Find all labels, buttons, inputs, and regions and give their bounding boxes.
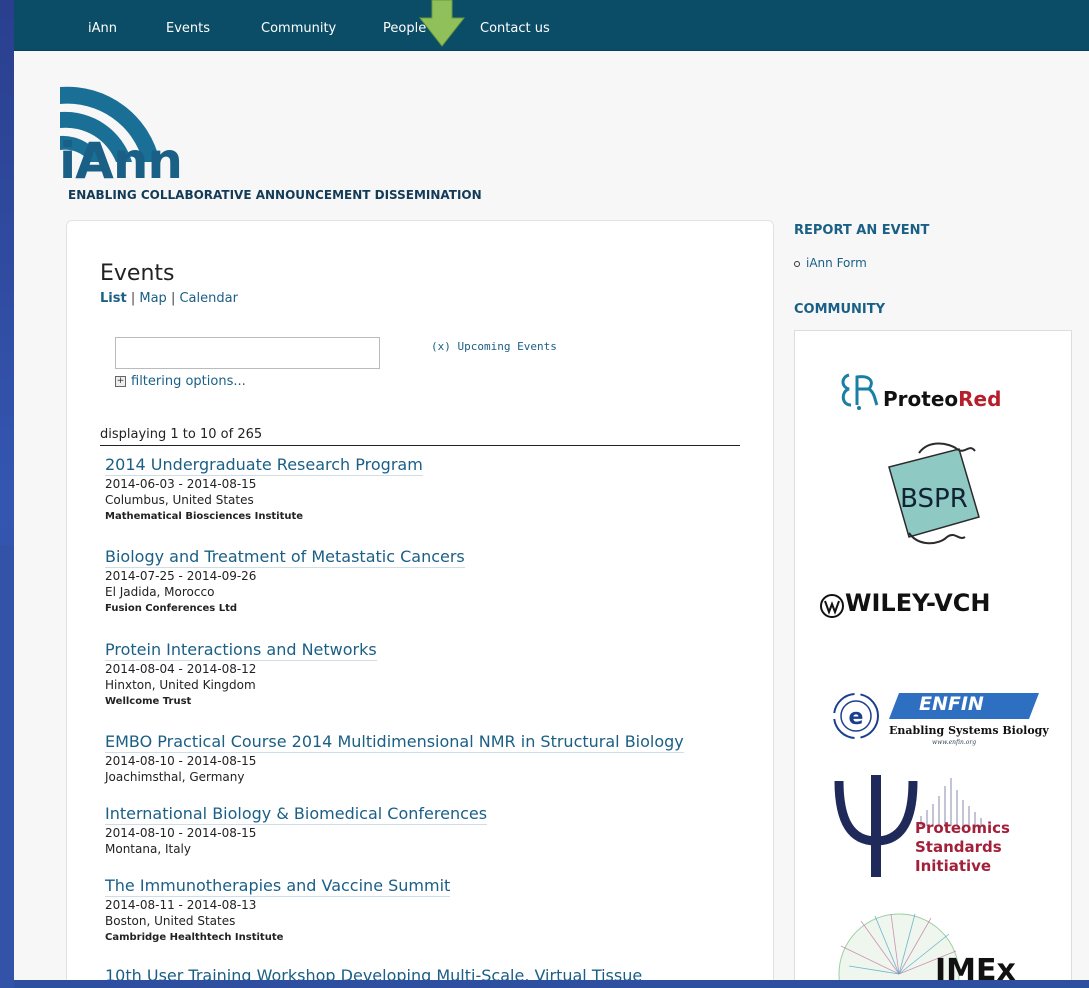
view-separator: |	[130, 291, 136, 306]
event-title-link[interactable]: International Biology & Biomedical Confe…	[105, 804, 488, 825]
logo-wordmark: iAnn	[59, 132, 183, 190]
event-dates: 2014-08-10 - 2014-08-15	[105, 826, 257, 840]
event-dates: 2014-06-03 - 2014-08-15	[105, 477, 257, 491]
browser-page: iAnn Events Community People Contact us …	[14, 0, 1089, 980]
view-map-link[interactable]: Map	[139, 291, 166, 306]
expand-plus-icon[interactable]: +	[115, 376, 126, 387]
event-title-link[interactable]: The Immunotherapies and Vaccine Summit	[105, 876, 451, 897]
event-dates: 2014-07-25 - 2014-09-26	[105, 569, 257, 583]
wiley-vch-logo[interactable]: WILEY-VCH	[845, 589, 990, 617]
nav-item-community[interactable]: Community	[261, 21, 336, 36]
list-item: International Biology & Biomedical Confe…	[105, 804, 488, 856]
event-title-link[interactable]: Protein Interactions and Networks	[105, 640, 377, 661]
enfin-url: www.enfin.org	[932, 739, 977, 746]
filtering-options-label[interactable]: filtering options...	[131, 374, 246, 389]
psi-line-3: Initiative	[915, 857, 992, 875]
wiley-seal-icon	[820, 594, 844, 618]
page-title: Events	[100, 261, 175, 286]
list-item: Biology and Treatment of Metastatic Canc…	[105, 547, 465, 614]
event-dates: 2014-08-11 - 2014-08-13	[105, 898, 257, 912]
bullet-icon	[794, 260, 800, 267]
event-location: Joachimsthal, Germany	[105, 770, 245, 784]
event-location: Columbus, United States	[105, 493, 254, 507]
list-item: Protein Interactions and Networks 2014-0…	[105, 640, 377, 707]
event-title-link[interactable]: EMBO Practical Course 2014 Multidimensio…	[105, 732, 684, 753]
list-item: 2014 Undergraduate Research Program 2014…	[105, 455, 423, 522]
bspr-logo-icon[interactable]: BSPR	[879, 437, 989, 549]
psi-logo[interactable]: Proteomics Standards Initiative	[915, 819, 1010, 876]
list-item: EMBO Practical Course 2014 Multidimensio…	[105, 732, 684, 784]
event-location: Montana, Italy	[105, 842, 191, 856]
event-organizer: Fusion Conferences Ltd	[105, 603, 238, 614]
results-count: displaying 1 to 10 of 265	[100, 427, 740, 446]
proteored-logo[interactable]: ProteoRed	[883, 387, 1001, 411]
top-navigation-bar: iAnn Events Community People Contact us	[14, 0, 1089, 51]
enfin-tagline: Enabling Systems Biology	[889, 724, 1049, 737]
view-switcher: List | Map | Calendar	[100, 291, 238, 306]
event-title-link[interactable]: 2014 Undergraduate Research Program	[105, 455, 423, 476]
bspr-label: BSPR	[900, 484, 968, 514]
filtering-options-toggle[interactable]: + filtering options...	[115, 374, 246, 389]
view-list-link[interactable]: List	[100, 291, 127, 306]
psi-symbol-icon[interactable]	[831, 771, 921, 881]
community-sponsors-panel: ProteoRed BSPR WILEY-VCH e ENFIN Enablin…	[794, 330, 1072, 980]
enfin-logo[interactable]: ENFIN	[919, 693, 984, 715]
report-event-heading: REPORT AN EVENT	[794, 223, 930, 238]
down-arrow-icon	[419, 0, 465, 47]
event-location: Boston, United States	[105, 914, 236, 928]
proteored-red-text: Red	[958, 387, 1002, 411]
enfin-e-icon: e	[833, 693, 879, 739]
upcoming-events-filter[interactable]: (x) Upcoming Events	[431, 340, 557, 353]
proteored-logo-icon[interactable]	[839, 371, 883, 411]
search-input[interactable]	[115, 337, 380, 369]
iann-form-label[interactable]: iAnn Form	[806, 256, 867, 270]
proteored-main-text: Proteo	[883, 387, 959, 411]
nav-item-contact-us[interactable]: Contact us	[480, 21, 550, 36]
iann-form-link[interactable]: iAnn Form	[794, 256, 867, 270]
event-location: El Jadida, Morocco	[105, 585, 215, 599]
view-calendar-link[interactable]: Calendar	[179, 291, 237, 306]
svg-text:e: e	[849, 705, 864, 730]
event-location: Hinxton, United Kingdom	[105, 678, 256, 692]
psi-line-2: Standards	[915, 838, 1002, 856]
imex-logo[interactable]: IMEx	[935, 953, 1016, 980]
event-organizer: Wellcome Trust	[105, 696, 192, 707]
event-title-link[interactable]: Biology and Treatment of Metastatic Canc…	[105, 547, 465, 568]
event-organizer: Mathematical Biosciences Institute	[105, 511, 304, 522]
view-separator: |	[170, 291, 176, 306]
nav-item-iann[interactable]: iAnn	[88, 21, 117, 36]
list-item: 10th User Training Workshop Developing M…	[105, 966, 642, 980]
psi-line-1: Proteomics	[915, 819, 1010, 837]
list-item: The Immunotherapies and Vaccine Summit 2…	[105, 876, 451, 943]
event-organizer: Cambridge Healthtech Institute	[105, 932, 284, 943]
nav-item-events[interactable]: Events	[166, 21, 210, 36]
event-dates: 2014-08-04 - 2014-08-12	[105, 662, 257, 676]
event-dates: 2014-08-10 - 2014-08-15	[105, 754, 257, 768]
events-content-panel: Events List | Map | Calendar (x) Upcomin…	[66, 220, 774, 980]
site-tagline: ENABLING COLLABORATIVE ANNOUNCEMENT DISS…	[68, 188, 482, 202]
desktop-background-lower	[0, 545, 14, 988]
event-title-link[interactable]: 10th User Training Workshop Developing M…	[105, 966, 642, 980]
community-heading: COMMUNITY	[794, 302, 886, 317]
